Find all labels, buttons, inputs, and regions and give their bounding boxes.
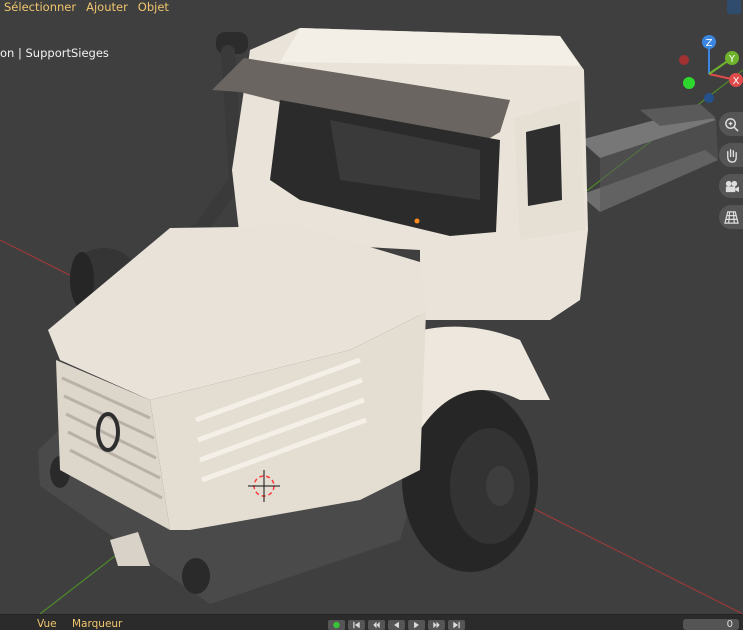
navigation-gizmo: Z Y X <box>679 35 743 103</box>
3d-viewport[interactable]: Z Y X Sélectionner Ajouter Objet on | Su… <box>0 0 743 614</box>
gizmo-x-label: X <box>733 76 740 87</box>
current-frame-field[interactable]: 0 <box>683 619 739 630</box>
gizmo-y-label: Y <box>728 54 736 65</box>
gizmo-z-label: Z <box>706 38 713 49</box>
menu-select[interactable]: Sélectionner <box>2 0 78 15</box>
camera-view-icon[interactable] <box>719 174 743 198</box>
pan-hand-icon[interactable] <box>719 143 743 167</box>
object-info-text: on | SupportSieges <box>0 46 109 60</box>
menu-add[interactable]: Ajouter <box>84 0 130 15</box>
truck-model-scene[interactable]: Z Y X <box>0 0 743 614</box>
gizmo-neg-y <box>683 77 695 89</box>
timeline-menu-view[interactable]: Vue <box>37 618 57 630</box>
menu-object[interactable]: Objet <box>136 0 171 15</box>
gizmo-neg-z <box>704 93 714 103</box>
grid-perspective-icon[interactable] <box>719 205 743 229</box>
header-menu: Sélectionner Ajouter Objet <box>0 0 171 15</box>
gizmo-neg-x <box>679 55 689 65</box>
zoom-icon[interactable] <box>719 112 743 136</box>
origin-dot <box>414 218 420 224</box>
timeline-bar: Vue Marqueur 0 <box>0 614 743 630</box>
viewport-nav-buttons <box>719 112 743 229</box>
chassis-frame <box>580 104 718 212</box>
visibility-icon[interactable] <box>727 0 741 14</box>
timeline-menu-marker[interactable]: Marqueur <box>72 618 122 630</box>
